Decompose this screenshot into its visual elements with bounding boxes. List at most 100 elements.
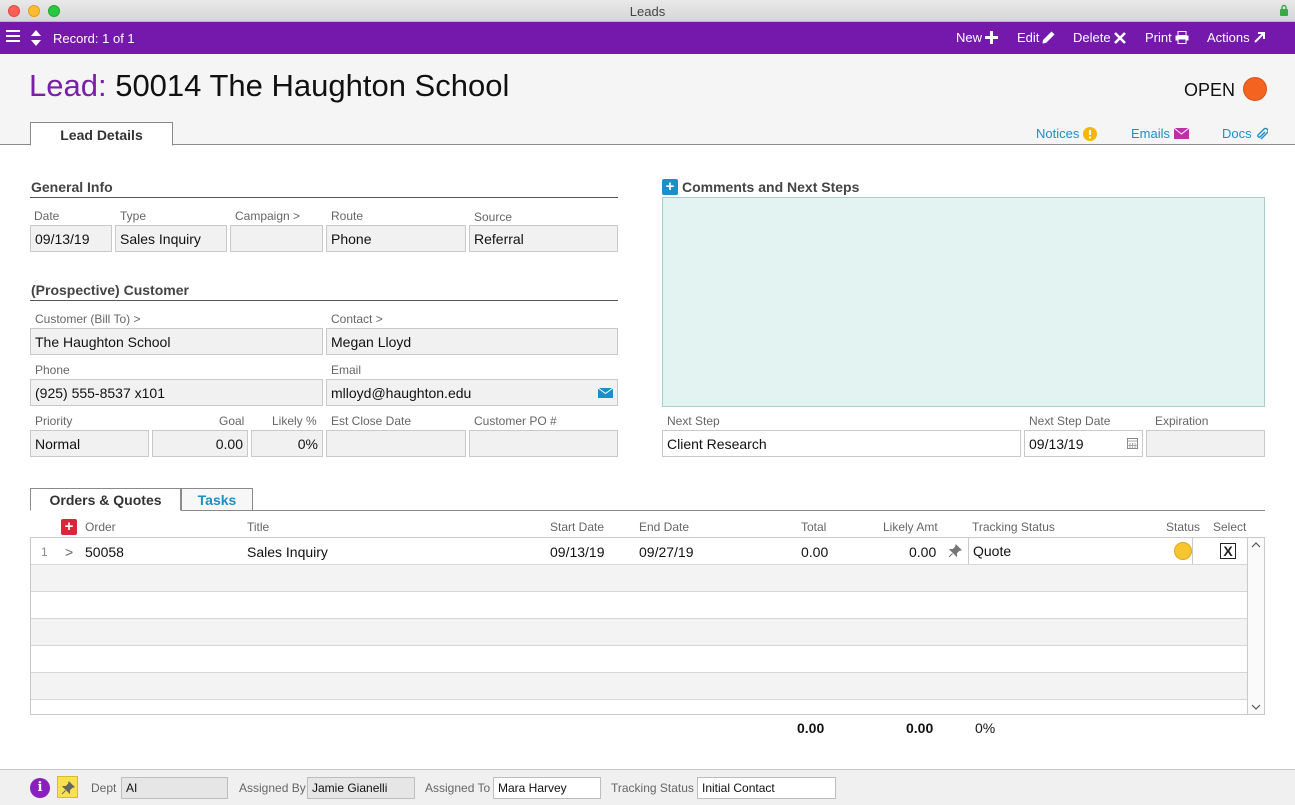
record-counter: Record: 1 of 1	[53, 31, 135, 46]
campaign-field[interactable]	[230, 225, 323, 252]
phone-label: Phone	[35, 363, 70, 377]
row-end-date: 09/27/19	[639, 544, 694, 560]
phone-field[interactable]: (925) 555-8537 x101	[30, 379, 323, 406]
row-select-checkbox[interactable]: X	[1220, 543, 1236, 559]
new-button[interactable]: New	[956, 30, 999, 45]
general-info-divider	[30, 197, 618, 198]
add-comment-icon[interactable]: +	[662, 179, 678, 195]
pin-icon[interactable]	[948, 544, 962, 558]
status-indicator	[1243, 77, 1267, 101]
edit-label: Edit	[1017, 30, 1040, 45]
total-sum: 0.00	[797, 720, 825, 736]
goal-field[interactable]: 0.00	[152, 430, 248, 457]
row-status-dot	[1174, 542, 1192, 560]
date-field[interactable]: 09/13/19	[30, 225, 112, 252]
footer-tracking-field[interactable]: Initial Contact	[697, 777, 836, 799]
contact-field[interactable]: Megan Lloyd	[326, 328, 618, 355]
pin-toggle-button[interactable]	[57, 776, 78, 798]
po-label: Customer PO #	[474, 414, 557, 428]
contact-label[interactable]: Contact >	[331, 312, 383, 326]
col-title: Title	[247, 520, 270, 534]
next-step-label: Next Step	[667, 414, 720, 428]
close-date-field[interactable]	[326, 430, 466, 457]
comments-textarea[interactable]	[662, 197, 1265, 407]
add-order-icon[interactable]: +	[61, 519, 77, 535]
record-updown-icon[interactable]	[29, 27, 43, 49]
emails-label: Emails	[1131, 126, 1171, 141]
expiration-field[interactable]	[1146, 430, 1265, 457]
campaign-label[interactable]: Campaign >	[235, 209, 300, 223]
delete-button[interactable]: Delete	[1073, 30, 1126, 45]
print-label: Print	[1145, 30, 1172, 45]
assigned-by-label: Assigned By	[239, 781, 306, 795]
row-tracking-status: Quote	[973, 543, 1012, 559]
record-toolbar: Record: 1 of 1 New Edit Delete Print Act…	[0, 22, 1295, 54]
row-total: 0.00	[801, 544, 829, 560]
email-label: Email	[331, 363, 362, 377]
close-date-label: Est Close Date	[331, 414, 412, 428]
printer-icon	[1175, 31, 1189, 44]
general-info-title: General Info	[31, 179, 113, 195]
col-total: Total	[801, 520, 827, 534]
docs-label: Docs	[1222, 126, 1252, 141]
info-icon[interactable]: i	[30, 778, 50, 798]
col-end-date: End Date	[639, 520, 690, 534]
record-header: Lead: 50014 The Haughton School OPEN Lea…	[0, 54, 1295, 146]
route-field[interactable]: Phone	[326, 225, 466, 252]
tabs-divider	[253, 510, 1265, 511]
print-button[interactable]: Print	[1145, 30, 1189, 45]
row-tracking-status-field[interactable]: Quote	[968, 538, 1193, 564]
email-field[interactable]: mlloyd@haughton.edu	[326, 379, 618, 406]
row-order[interactable]: 50058	[85, 544, 124, 560]
edit-button[interactable]: Edit	[1017, 30, 1055, 45]
tab-tasks[interactable]: Tasks	[181, 488, 253, 511]
tab-orders-quotes[interactable]: Orders & Quotes	[30, 488, 181, 511]
row-likely-amt: 0.00	[909, 544, 937, 560]
scroll-down-icon[interactable]	[1251, 703, 1261, 711]
grid-scrollbar[interactable]	[1247, 538, 1264, 714]
likely-field[interactable]: 0%	[251, 430, 323, 457]
table-row-empty	[31, 673, 1248, 700]
table-row-empty	[31, 619, 1248, 646]
scroll-up-icon[interactable]	[1251, 541, 1261, 549]
calendar-icon[interactable]	[1127, 438, 1138, 449]
table-row[interactable]: 1 > 50058 Sales Inquiry 09/13/19 09/27/1…	[31, 538, 1248, 565]
po-field[interactable]	[469, 430, 618, 457]
assigned-to-field[interactable]: Mara Harvey	[493, 777, 601, 799]
customer-section-title: (Prospective) Customer	[31, 282, 189, 298]
table-row-empty	[31, 565, 1248, 592]
actions-button[interactable]: Actions	[1207, 30, 1266, 45]
lock-icon	[1280, 4, 1288, 16]
new-label: New	[956, 30, 983, 45]
next-step-date-label: Next Step Date	[1029, 414, 1111, 428]
arrow-out-icon	[1253, 32, 1265, 43]
source-field[interactable]: Referral	[469, 225, 618, 252]
goal-label: Goal	[219, 414, 245, 428]
customer-label[interactable]: Customer (Bill To) >	[35, 312, 140, 326]
customer-field[interactable]: The Haughton School	[30, 328, 323, 355]
table-row-empty	[31, 646, 1248, 673]
col-likely-amt: Likely Amt	[883, 520, 938, 534]
pencil-icon	[1042, 31, 1055, 44]
footer-bar: i Dept AI Assigned By Jamie Gianelli Ass…	[0, 769, 1295, 805]
page-title: Lead: 50014 The Haughton School	[29, 68, 509, 104]
tab-lead-details[interactable]: Lead Details	[30, 122, 173, 146]
row-title: Sales Inquiry	[247, 544, 328, 560]
hamburger-menu-icon[interactable]	[6, 30, 20, 44]
dept-field[interactable]: AI	[121, 777, 228, 799]
notices-link[interactable]: Notices	[1036, 126, 1098, 141]
col-select: Select	[1213, 520, 1247, 534]
docs-link[interactable]: Docs	[1222, 126, 1268, 141]
row-expand-arrow[interactable]: >	[65, 544, 73, 560]
assigned-by-field[interactable]: Jamie Gianelli	[307, 777, 415, 799]
next-step-field[interactable]: Client Research	[662, 430, 1021, 457]
title-bar: Leads	[0, 0, 1295, 22]
plus-icon	[985, 31, 999, 44]
emails-link[interactable]: Emails	[1131, 126, 1190, 141]
table-row-empty	[31, 592, 1248, 619]
type-field[interactable]: Sales Inquiry	[115, 225, 227, 252]
priority-field[interactable]: Normal	[30, 430, 149, 457]
send-email-icon[interactable]	[598, 388, 613, 398]
next-step-date-value: 09/13/19	[1029, 436, 1084, 452]
next-step-date-field[interactable]: 09/13/19	[1024, 430, 1143, 457]
